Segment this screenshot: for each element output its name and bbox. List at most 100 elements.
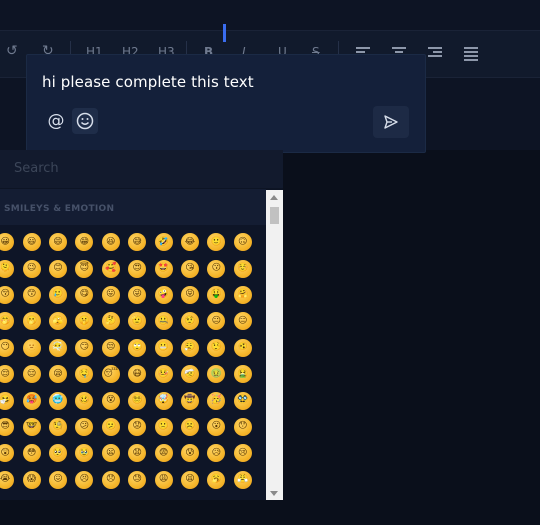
emoji-item[interactable]: 😁 [71,229,97,255]
emoji-item[interactable]: 😦 [98,440,124,466]
emoji-item[interactable]: 🤤 [71,361,97,387]
emoji-item[interactable]: 😣 [71,467,97,493]
emoji-item[interactable]: 😇 [71,255,97,281]
emoji-item[interactable]: 😵 [98,387,124,413]
emoji-item[interactable]: 😱 [18,467,44,493]
emoji-item[interactable]: 🫢 [18,308,44,334]
scroll-down-arrow-icon[interactable] [270,491,278,496]
emoji-item[interactable]: 🤥 [203,335,229,361]
emoji-item[interactable]: 🫥 [18,335,44,361]
emoji-item[interactable]: 😓 [124,467,150,493]
emoji-item[interactable]: 😝 [177,282,203,308]
scroll-up-arrow-icon[interactable] [270,195,278,200]
emoji-item[interactable]: 🤫 [71,308,97,334]
emoji-item[interactable]: 😊 [45,255,71,281]
emoji-item[interactable]: 🤒 [150,361,176,387]
emoji-item[interactable]: 😀 [0,229,18,255]
emoji-item[interactable]: 😫 [177,467,203,493]
emoji-item[interactable]: ☺️ [230,255,256,281]
emoji-item[interactable]: 😜 [124,282,150,308]
emoji-item[interactable]: 🧐 [45,414,71,440]
scroll-thumb[interactable] [270,207,279,224]
emoji-item[interactable]: 😍 [124,255,150,281]
emoji-item[interactable]: 😲 [0,440,18,466]
emoji-item[interactable]: 🙃 [230,229,256,255]
emoji-item[interactable]: 😮‍💨 [177,335,203,361]
emoji-item[interactable]: 😅 [124,229,150,255]
emoji-item[interactable]: 🤩 [150,255,176,281]
emoji-item[interactable]: 🤑 [203,282,229,308]
emoji-item[interactable]: 😩 [150,467,176,493]
emoji-item[interactable]: 🤣 [150,229,176,255]
emoji-search-input[interactable]: Search [0,150,283,188]
emoji-item[interactable]: ☹️ [177,414,203,440]
emoji-item[interactable]: 😑 [230,308,256,334]
emoji-item[interactable]: 😷 [124,361,150,387]
emoji-item[interactable]: 🤭 [0,308,18,334]
emoji-item[interactable]: 🤔 [98,308,124,334]
emoji-item[interactable]: 😢 [230,440,256,466]
emoji-item[interactable]: 😐 [203,308,229,334]
emoji-item[interactable]: 🥰 [98,255,124,281]
emoji-item[interactable]: 😃 [18,229,44,255]
emoji-item[interactable]: 🫣 [45,308,71,334]
emoji-item[interactable]: 😂 [177,229,203,255]
undo-icon[interactable]: ↺ [6,43,18,59]
emoji-item[interactable]: 😭 [0,467,18,493]
emoji-item[interactable]: 🤠 [177,387,203,413]
emoji-scrollbar[interactable] [266,190,283,501]
emoji-item[interactable]: 🙂 [203,229,229,255]
emoji-item[interactable]: 😋 [71,282,97,308]
emoji-item[interactable]: 😔 [18,361,44,387]
emoji-item[interactable]: 🙁 [150,414,176,440]
align-right-icon[interactable] [428,47,442,61]
emoji-item[interactable]: 😳 [18,440,44,466]
emoji-item[interactable]: 🥱 [203,467,229,493]
emoji-item[interactable]: 🤧 [0,387,18,413]
emoji-item[interactable]: 🫡 [124,308,150,334]
emoji-item[interactable]: 🥴 [71,387,97,413]
emoji-item[interactable]: 😘 [177,255,203,281]
emoji-item[interactable]: 🥺 [45,440,71,466]
editor-canvas[interactable] [282,150,540,525]
emoji-item[interactable]: 😵‍💫 [124,387,150,413]
emoji-item[interactable]: 😉 [18,255,44,281]
emoji-item[interactable]: 😤 [230,467,256,493]
emoji-item[interactable]: 🥶 [45,387,71,413]
emoji-item[interactable]: 🥵 [18,387,44,413]
emoji-item[interactable]: 😰 [177,440,203,466]
emoji-item[interactable]: 😏 [71,335,97,361]
emoji-item[interactable]: 🤯 [150,387,176,413]
emoji-item[interactable]: 😄 [45,229,71,255]
emoji-item[interactable]: 🤨 [177,308,203,334]
emoji-item[interactable]: 😟 [124,414,150,440]
comment-input[interactable]: hi please complete this text [42,73,254,91]
emoji-item[interactable]: 😚 [0,282,18,308]
emoji-item[interactable]: 😮 [203,414,229,440]
emoji-item[interactable]: 🙄 [124,335,150,361]
send-button[interactable] [373,106,409,138]
emoji-item[interactable]: 😞 [98,467,124,493]
emoji-item[interactable]: 🫠 [0,255,18,281]
emoji-item[interactable]: 🥹 [71,440,97,466]
emoji-item[interactable]: 😶‍🌫️ [45,335,71,361]
emoji-item[interactable]: 😌 [0,361,18,387]
emoji-item[interactable]: 😒 [98,335,124,361]
emoji-button[interactable] [72,108,98,134]
emoji-item[interactable]: 😶 [0,335,18,361]
emoji-item[interactable]: 🥸 [230,387,256,413]
emoji-item[interactable]: 😥 [203,440,229,466]
emoji-item[interactable]: 🥳 [203,387,229,413]
emoji-item[interactable]: 😧 [124,440,150,466]
align-justify-icon[interactable] [464,47,478,61]
emoji-item[interactable]: 🤓 [18,414,44,440]
emoji-item[interactable]: 😨 [150,440,176,466]
emoji-item[interactable]: 😴 [98,361,124,387]
emoji-item[interactable]: 🤕 [177,361,203,387]
emoji-item[interactable]: 😕 [71,414,97,440]
emoji-item[interactable]: 😯 [230,414,256,440]
emoji-item[interactable]: 😗 [203,255,229,281]
emoji-item[interactable]: 🤮 [230,361,256,387]
emoji-item[interactable]: 🤐 [150,308,176,334]
emoji-item[interactable]: 😪 [45,361,71,387]
